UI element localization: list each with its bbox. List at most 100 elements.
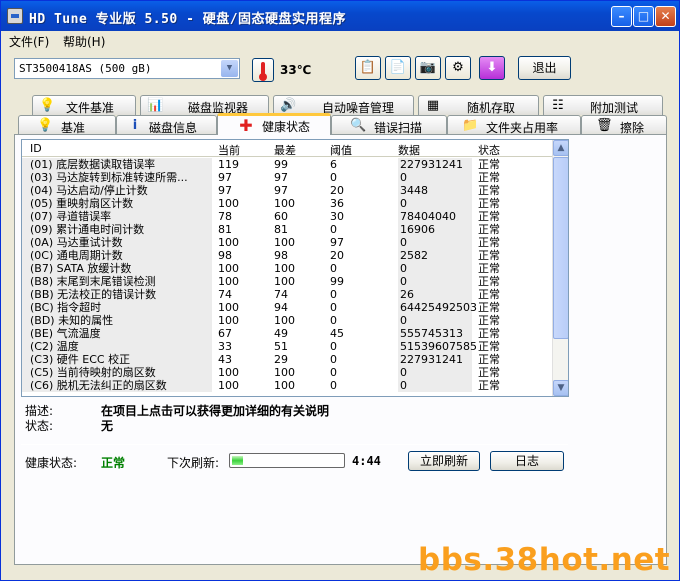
options-icon: ⚙ — [452, 60, 464, 75]
tab-random-access[interactable]: ▦ 随机存取 — [418, 95, 539, 115]
cell-cur: 100 — [218, 379, 239, 392]
cell-id: (B7) SATA 放缓计数 — [22, 262, 212, 275]
table-row[interactable]: (C3) 硬件 ECC 校正 43 29 0 227931241 正常 — [22, 353, 553, 366]
tab-label: 文件基准 — [66, 101, 115, 115]
table-row[interactable]: (C2) 温度 33 51 0 51539607585 正常 — [22, 340, 553, 353]
copy-all-icon: 📄 — [389, 60, 407, 75]
tab-disk-monitor[interactable]: 📊 磁盘监视器 — [140, 95, 269, 115]
cell-data: 51539607585 — [398, 340, 477, 353]
save-button[interactable]: ⬇ — [479, 56, 505, 80]
table-row[interactable]: (01) 底层数据读取错误率 119 99 6 227931241 正常 — [22, 158, 553, 171]
cell-thr: 36 — [330, 197, 344, 210]
cell-status: 正常 — [478, 262, 500, 275]
maximize-button[interactable]: □ — [633, 6, 654, 27]
tab-erase[interactable]: 🗑 擦除 — [581, 115, 667, 135]
cell-cur: 119 — [218, 158, 239, 171]
column-threshold[interactable]: 阈值 — [330, 142, 352, 158]
cell-status: 正常 — [478, 197, 500, 210]
cell-status: 正常 — [478, 379, 500, 392]
close-button[interactable]: ✕ — [655, 6, 676, 27]
menu-bar: 文件(F) 帮助(H) — [1, 31, 679, 49]
cell-status: 正常 — [478, 340, 500, 353]
cell-worst: 97 — [274, 171, 288, 184]
tab-file-benchmark[interactable]: 💡 文件基准 — [32, 95, 136, 115]
smart-attributes-list[interactable]: ID 当前 最差 阈值 数据 状态 (01) 底层数据读取错误率 119 99 6 22… — [21, 139, 569, 397]
cell-cur: 100 — [218, 236, 239, 249]
table-row[interactable]: (0A) 马达重试计数 100 100 97 0 正常 — [22, 236, 553, 249]
column-status[interactable]: 状态 — [478, 142, 500, 158]
table-row[interactable]: (BB) 无法校正的错误计数 74 74 0 26 正常 — [22, 288, 553, 301]
refresh-now-button[interactable]: 立即刷新 — [408, 451, 480, 471]
random-access-icon: ▦ — [426, 98, 440, 113]
tab-extra-tests[interactable]: ☷ 附加测试 — [543, 95, 663, 115]
cell-id: (0A) 马达重试计数 — [22, 236, 212, 249]
cell-cur: 74 — [218, 288, 232, 301]
menu-file[interactable]: 文件(F) — [9, 33, 49, 50]
vertical-scrollbar[interactable]: ▲ ▼ — [552, 140, 568, 396]
table-row[interactable]: (05) 重映射扇区计数 100 100 36 0 正常 — [22, 197, 553, 210]
table-row[interactable]: (09) 累计通电时间计数 81 81 0 16906 正常 — [22, 223, 553, 236]
thermometer-icon — [252, 58, 274, 82]
table-row[interactable]: (C5) 当前待映射的扇区数 100 100 0 0 正常 — [22, 366, 553, 379]
table-row[interactable]: (BC) 指令超时 100 94 0 64425492503 正常 — [22, 301, 553, 314]
copy-text-button[interactable]: 📋 — [355, 56, 381, 80]
table-row[interactable]: (B7) SATA 放缓计数 100 100 0 0 正常 — [22, 262, 553, 275]
table-row[interactable]: (C6) 脱机无法纠正的扇区数 100 100 0 0 正常 — [22, 379, 553, 392]
cell-cur: 100 — [218, 197, 239, 210]
column-current[interactable]: 当前 — [218, 142, 240, 158]
cell-thr: 0 — [330, 262, 337, 275]
options-button[interactable]: ⚙ — [445, 56, 471, 80]
column-data[interactable]: 数据 — [398, 142, 420, 158]
cell-worst: 49 — [274, 327, 288, 340]
copy-all-button[interactable]: 📄 — [385, 56, 411, 80]
table-row[interactable]: (03) 马达旋转到标准转速所需... 97 97 0 0 正常 — [22, 171, 553, 184]
cell-thr: 30 — [330, 210, 344, 223]
tab-label: 自动噪音管理 — [322, 101, 395, 115]
table-row[interactable]: (BE) 气流温度 67 49 45 555745313 正常 — [22, 327, 553, 340]
table-row[interactable]: (BD) 未知的属性 100 100 0 0 正常 — [22, 314, 553, 327]
scroll-down-icon[interactable]: ▼ — [553, 380, 568, 396]
tab-benchmark[interactable]: 💡 基准 — [18, 115, 116, 135]
log-button[interactable]: 日志 — [490, 451, 564, 471]
cell-worst: 100 — [274, 275, 295, 288]
table-row[interactable]: (0C) 通电周期计数 98 98 20 2582 正常 — [22, 249, 553, 262]
temperature-readout: 33℃ — [280, 63, 312, 77]
table-row[interactable]: (07) 寻道错误率 78 60 30 78404040 正常 — [22, 210, 553, 223]
cell-id: (07) 寻道错误率 — [22, 210, 212, 223]
cell-status: 正常 — [478, 301, 500, 314]
scroll-up-icon[interactable]: ▲ — [553, 140, 568, 156]
cell-data: 26 — [398, 288, 472, 301]
window-title: HD Tune 专业版 5.50 - 硬盘/固态硬盘实用程序 — [29, 12, 347, 27]
exit-button[interactable]: 退出 — [518, 56, 571, 80]
next-refresh-label: 下次刷新: — [167, 456, 220, 470]
cell-status: 正常 — [478, 366, 500, 379]
table-row[interactable]: (04) 马达启动/停止计数 97 97 20 3448 正常 — [22, 184, 553, 197]
tab-health[interactable]: ✚ 健康状态 — [217, 113, 331, 135]
cell-id: (05) 重映射扇区计数 — [22, 197, 212, 210]
drive-select[interactable]: ST3500418AS (500 gB) ▼ — [14, 58, 240, 79]
tab-error-scan[interactable]: 🔍 错误扫描 — [331, 115, 447, 135]
tab-disk-info[interactable]: i 磁盘信息 — [116, 115, 217, 135]
cell-thr: 45 — [330, 327, 344, 340]
cell-worst: 100 — [274, 236, 295, 249]
tab-auto-noise[interactable]: 🔊 自动噪音管理 — [273, 95, 414, 115]
menu-help[interactable]: 帮助(H) — [63, 33, 105, 50]
tab-folder-usage[interactable]: 📁 文件夹占用率 — [447, 115, 581, 135]
table-row[interactable]: (B8) 末尾到末尾错误检测 100 100 99 0 正常 — [22, 275, 553, 288]
cell-data: 0 — [398, 379, 472, 392]
disk-monitor-icon: 📊 — [147, 98, 164, 113]
column-id[interactable]: ID — [30, 142, 42, 155]
watermark: bbs.38hot.net — [418, 542, 671, 578]
cell-data: 0 — [398, 314, 472, 327]
folder-icon: 📁 — [462, 118, 479, 133]
title-bar[interactable]: HD Tune 专业版 5.50 - 硬盘/固态硬盘实用程序 – □ ✕ — [1, 1, 679, 31]
cell-data: 0 — [398, 275, 472, 288]
screenshot-button[interactable]: 📷 — [415, 56, 441, 80]
cell-status: 正常 — [478, 210, 500, 223]
scroll-thumb[interactable] — [553, 157, 568, 339]
minimize-button[interactable]: – — [611, 6, 632, 27]
chevron-down-icon[interactable]: ▼ — [221, 60, 238, 77]
cell-id: (B8) 末尾到末尾错误检测 — [22, 275, 212, 288]
cell-worst: 100 — [274, 379, 295, 392]
column-worst[interactable]: 最差 — [274, 142, 296, 158]
